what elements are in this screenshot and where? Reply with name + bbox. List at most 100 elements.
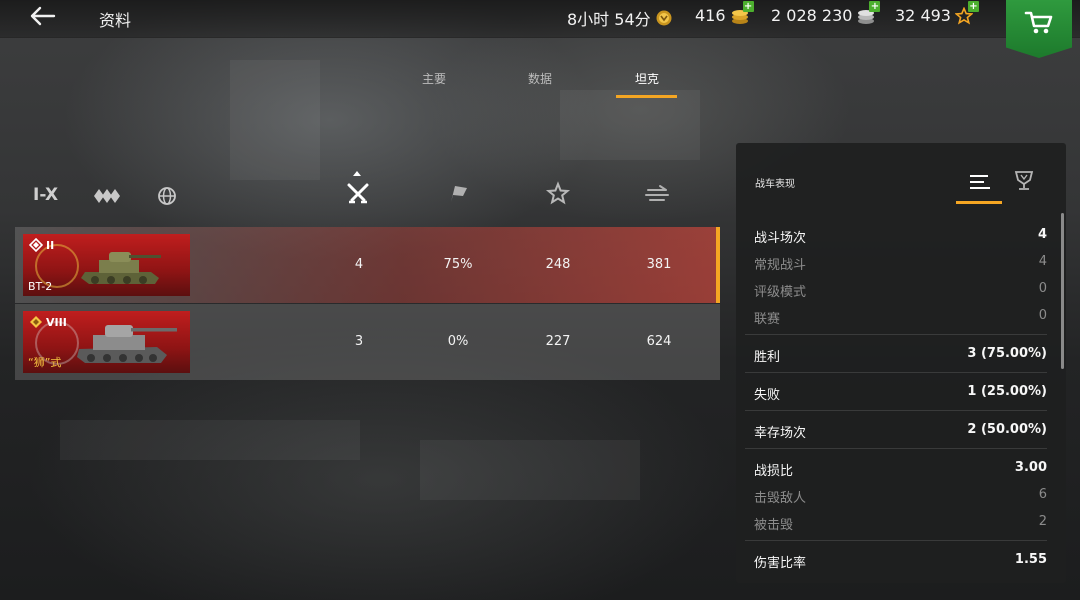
free-xp-value: 32 493 xyxy=(895,6,951,25)
add-gold-button[interactable]: + xyxy=(742,0,754,12)
credits-value: 2 028 230 xyxy=(771,6,853,25)
tank-card: VIII “狮”式 xyxy=(23,311,190,373)
stat-label: 被击毁 xyxy=(754,518,794,533)
damage-icon xyxy=(645,185,669,201)
stat-row: 被击毁 2 xyxy=(736,508,1056,535)
back-button[interactable] xyxy=(28,4,58,30)
stat-label: 常规战斗 xyxy=(754,258,807,273)
stat-value: 1 (25.00%) xyxy=(967,384,1047,399)
gold-value: 416 xyxy=(695,6,726,25)
add-free-xp-button[interactable]: + xyxy=(967,0,979,12)
stat-row: 评级模式 0 xyxy=(736,275,1056,302)
cart-icon xyxy=(1024,11,1053,34)
stat-row: 伤害比率 1.55 xyxy=(736,546,1056,573)
tank-win-rate: 75% xyxy=(443,257,473,272)
active-panel-tab-indicator xyxy=(956,201,1002,204)
shop-button[interactable] xyxy=(1006,0,1072,58)
free-xp-star-icon: + xyxy=(954,0,979,25)
tank-row[interactable]: II BT-2 4 75% 248 381 xyxy=(15,227,720,303)
tier-filter[interactable]: I-X xyxy=(33,185,58,205)
column-average-xp[interactable] xyxy=(544,180,574,210)
stats-divider xyxy=(745,334,1047,335)
tank-list: II BT-2 4 75% 248 381 VIII “狮”式 3 0% 227… xyxy=(15,227,720,381)
column-win-rate[interactable] xyxy=(443,180,473,210)
stat-label: 战斗场次 xyxy=(754,231,807,246)
globe-icon xyxy=(158,187,176,205)
stats-divider xyxy=(745,448,1047,449)
tank-average-damage: 624 xyxy=(646,334,672,349)
trophy-icon xyxy=(1014,171,1034,190)
tank-tier-label: II xyxy=(46,238,55,252)
premium-time-counter[interactable]: 8小时 54分 xyxy=(567,6,675,30)
panel-tab-achievements[interactable] xyxy=(1002,168,1046,198)
stat-row: 战斗场次 4 xyxy=(736,221,1056,248)
stat-label: 联赛 xyxy=(754,312,781,327)
vehicle-performance-panel: 战车表现 战斗场次 4 常规战斗 4 评级模式 0 联赛 0 胜利 3 (75.00%) 失败 1 (… xyxy=(736,143,1066,583)
vehicle-class-filter[interactable] xyxy=(92,186,124,210)
add-credits-button[interactable]: + xyxy=(869,0,881,12)
stats-divider xyxy=(745,410,1047,411)
tank-win-rate: 0% xyxy=(447,334,469,349)
stat-row: 失败 1 (25.00%) xyxy=(736,378,1056,405)
stat-row: 常规战斗 4 xyxy=(736,248,1056,275)
stats-divider xyxy=(745,372,1047,373)
stat-label: 战损比 xyxy=(754,464,794,479)
tank-battles: 3 xyxy=(354,334,364,349)
tank-tier: VIII xyxy=(29,315,67,329)
tank-average-xp: 227 xyxy=(545,334,571,349)
tank-card: II BT-2 xyxy=(23,234,190,296)
tab-tanks[interactable]: 坦克 xyxy=(617,70,677,87)
tank-battles: 4 xyxy=(354,257,364,272)
stat-value: 4 xyxy=(1037,227,1047,242)
sort-indicator-icon xyxy=(353,171,361,176)
active-tab-indicator xyxy=(616,95,677,98)
panel-scrollbar[interactable] xyxy=(1061,213,1064,369)
tank-average-damage: 381 xyxy=(646,257,672,272)
panel-tab-stats[interactable] xyxy=(958,168,1002,198)
stat-row: 幸存场次 2 (50.00%) xyxy=(736,416,1056,443)
stat-row: 击毁敌人 6 xyxy=(736,481,1056,508)
stat-value: 0 xyxy=(1038,308,1047,323)
nation-filter[interactable] xyxy=(157,186,177,210)
stat-row: 联赛 0 xyxy=(736,302,1056,329)
stats-list: 战斗场次 4 常规战斗 4 评级模式 0 联赛 0 胜利 3 (75.00%) 失败 1 (25.00… xyxy=(736,221,1056,573)
stat-row: 战损比 3.00 xyxy=(736,454,1056,481)
tab-main[interactable]: 主要 xyxy=(404,70,464,87)
heavy-tank-class-icon xyxy=(30,316,42,328)
crossed-swords-icon xyxy=(347,183,369,204)
tank-name: BT-2 xyxy=(28,280,53,293)
stat-value: 3.00 xyxy=(1014,460,1047,475)
stat-label: 评级模式 xyxy=(754,285,807,300)
section-tabs: 主要 数据 坦克 xyxy=(0,60,1080,100)
tank-average-xp: 248 xyxy=(545,257,571,272)
gold-coins-icon: + xyxy=(730,0,754,25)
tank-tier-label: VIII xyxy=(46,315,67,329)
stat-label: 失败 xyxy=(754,388,781,403)
stat-value: 6 xyxy=(1038,487,1047,502)
column-battles[interactable] xyxy=(344,180,374,210)
premium-time-icon xyxy=(655,9,675,27)
premium-time-value: 8小时 54分 xyxy=(567,10,651,29)
credits-counter[interactable]: 2 028 230 + xyxy=(771,0,881,25)
stat-label: 胜利 xyxy=(754,350,781,365)
stat-value: 2 (50.00%) xyxy=(967,422,1047,437)
gold-counter[interactable]: 416 + xyxy=(695,0,754,25)
stat-value: 4 xyxy=(1038,254,1047,269)
tank-row[interactable]: VIII “狮”式 3 0% 227 624 xyxy=(15,304,720,380)
vehicle-class-icon xyxy=(94,189,120,203)
filter-header-row: I-X xyxy=(0,171,720,212)
light-tank-class-icon xyxy=(29,238,43,252)
tank-image-lowe xyxy=(77,325,177,363)
page-title: 资料 xyxy=(99,11,132,30)
tank-tier: II xyxy=(29,238,54,252)
panel-title: 战车表现 xyxy=(755,179,795,190)
stat-label: 伤害比率 xyxy=(754,556,807,571)
tab-statistics[interactable]: 数据 xyxy=(510,70,570,87)
star-icon xyxy=(545,181,571,205)
tank-image-bt2 xyxy=(81,252,161,284)
column-average-damage[interactable] xyxy=(644,180,674,210)
back-arrow-icon xyxy=(30,6,56,26)
list-icon xyxy=(970,175,990,189)
free-xp-counter[interactable]: 32 493 + xyxy=(895,0,979,25)
stat-label: 幸存场次 xyxy=(754,426,807,441)
